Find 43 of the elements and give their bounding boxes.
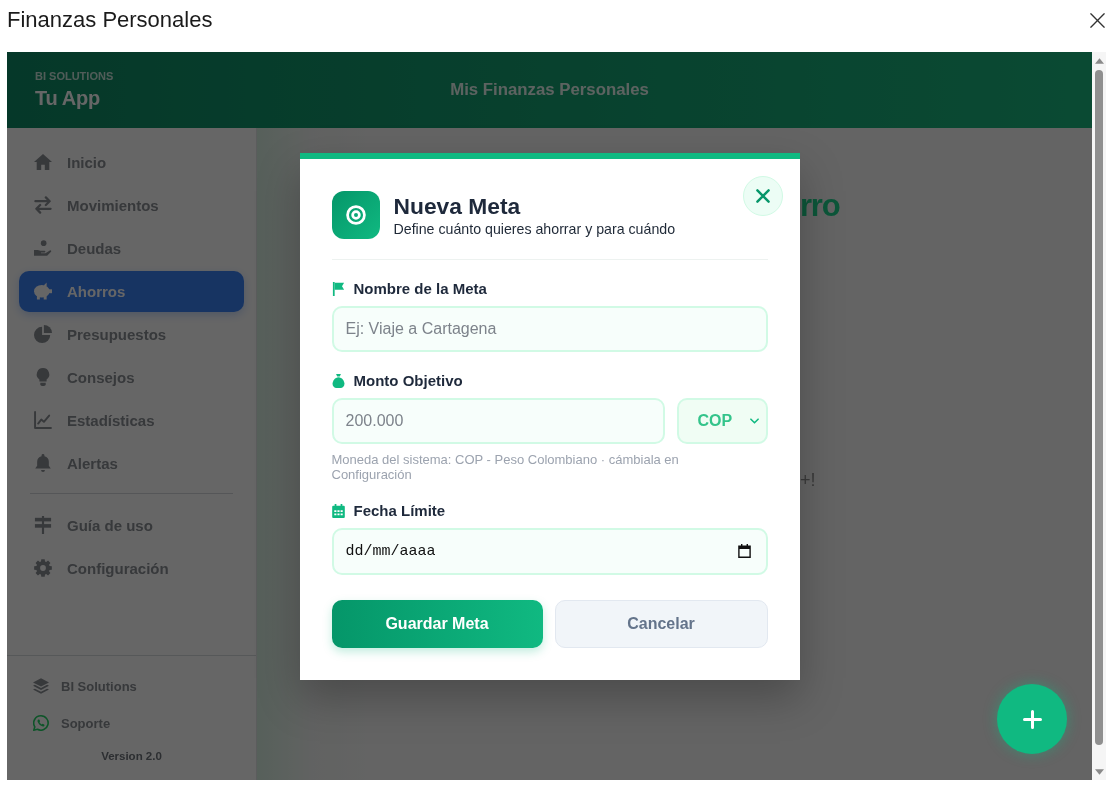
dialog-title: Nueva Meta bbox=[393, 192, 521, 219]
gear-icon bbox=[34, 559, 52, 577]
field-label: Nombre de la Meta bbox=[353, 280, 487, 297]
scrollbar-thumb[interactable] bbox=[1095, 70, 1103, 745]
helper-text: Moneda del sistema: COP - Peso Colombiano · cámbiala en Configuración bbox=[331, 451, 680, 482]
scroll-up-icon[interactable] bbox=[1094, 58, 1104, 64]
currency-select[interactable]: COP bbox=[676, 397, 768, 444]
money-bag-icon bbox=[331, 373, 345, 388]
pie-chart-icon bbox=[34, 325, 52, 343]
layers-icon bbox=[33, 678, 49, 694]
window-title: Finanzas Personales bbox=[7, 7, 213, 33]
chevron-down-icon bbox=[749, 417, 759, 424]
exchange-arrows-icon bbox=[34, 196, 52, 214]
nav-item[interactable]: Ahorros bbox=[19, 270, 244, 312]
brand-kicker: BI SOLUTIONS bbox=[35, 70, 114, 83]
line-chart-icon bbox=[34, 411, 52, 429]
section-heading: rro bbox=[800, 188, 840, 224]
target-icon bbox=[331, 190, 380, 239]
version-text: Version 2.0 bbox=[101, 750, 162, 762]
text-field[interactable]: Ej: Viaje a Cartagena bbox=[331, 305, 768, 352]
field-label: Fecha Límite bbox=[353, 502, 446, 519]
phone-bubble-icon bbox=[33, 715, 49, 731]
hand-coin-icon bbox=[34, 239, 52, 257]
signpost-icon bbox=[34, 516, 52, 534]
bell-icon bbox=[34, 454, 52, 472]
close-icon bbox=[755, 188, 770, 203]
lightbulb-icon bbox=[34, 368, 52, 386]
piggy-bank-icon bbox=[34, 282, 52, 300]
close-icon[interactable] bbox=[1090, 12, 1105, 28]
flag-icon bbox=[331, 281, 345, 296]
calendar-icon bbox=[331, 503, 345, 518]
home-icon bbox=[34, 153, 52, 171]
plus-icon bbox=[1022, 709, 1042, 729]
page-title: Mis Finanzas Personales bbox=[450, 80, 649, 100]
date-field[interactable]: dd/mm/aaaa bbox=[331, 527, 768, 575]
brand-name: Tu App bbox=[35, 87, 100, 110]
cancel-button[interactable]: Cancelar bbox=[554, 599, 768, 648]
field-label: Monto Objetivo bbox=[353, 372, 463, 389]
scroll-down-icon[interactable] bbox=[1094, 769, 1104, 775]
dialog-subtitle: Define cuánto quieres ahorrar y para cuándo bbox=[393, 220, 676, 237]
body-text: +! bbox=[800, 470, 816, 490]
amount-field[interactable]: 200.000 bbox=[331, 397, 665, 444]
save-button[interactable]: Guardar Meta bbox=[331, 599, 543, 648]
